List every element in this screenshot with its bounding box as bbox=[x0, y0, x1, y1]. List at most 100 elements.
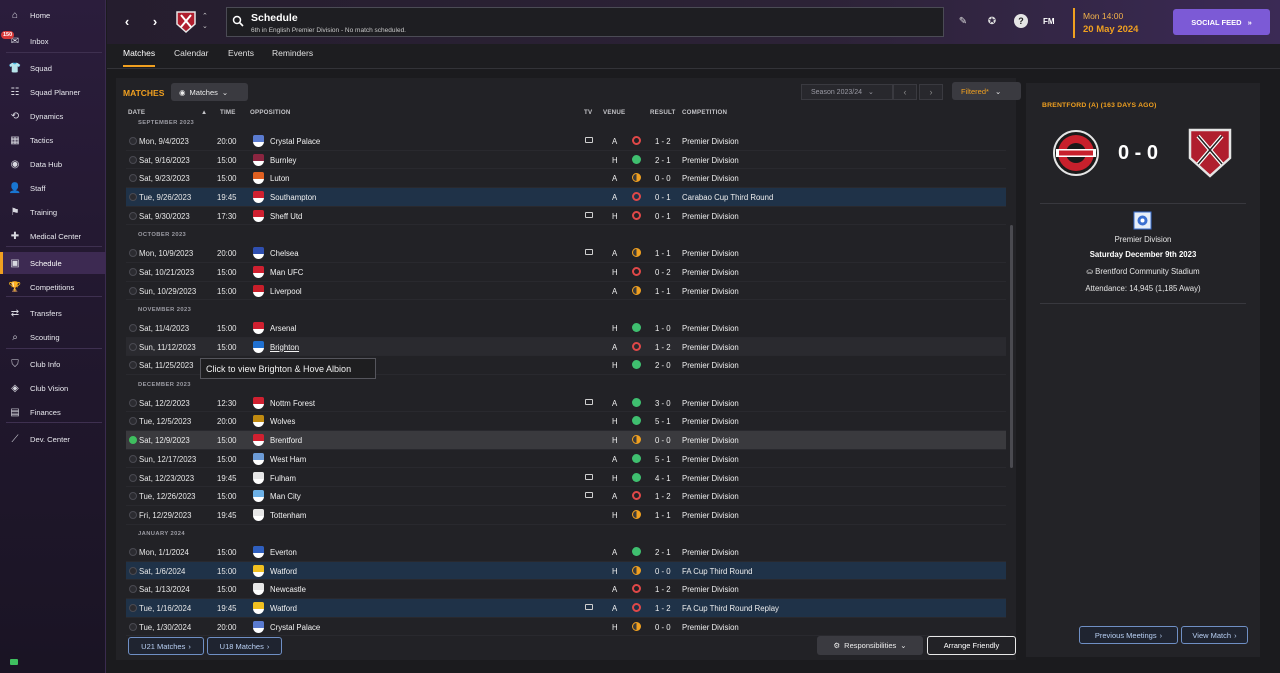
table-row[interactable]: Sat, 11/4/2023 15:00 Arsenal H 1 - 0 Premier … bbox=[126, 319, 1006, 338]
view-match-button[interactable]: View Match › bbox=[1181, 626, 1248, 644]
opposition-link[interactable]: Chelsea bbox=[270, 249, 299, 258]
tab-calendar[interactable]: Calendar bbox=[174, 48, 209, 65]
prev-season-button[interactable]: ‹ bbox=[893, 84, 917, 100]
u21-matches-button[interactable]: U21 Matches › bbox=[128, 637, 204, 655]
arrange-friendly-button[interactable]: Arrange Friendly bbox=[927, 636, 1016, 655]
opposition-link[interactable]: Burnley bbox=[270, 156, 296, 165]
opposition-link[interactable]: Nottm Forest bbox=[270, 399, 315, 408]
fm-logo[interactable]: FM bbox=[1043, 17, 1055, 26]
table-row[interactable]: Sat, 10/21/2023 15:00 Man UFC H 0 - 2 Premier… bbox=[126, 263, 1006, 282]
col-competition[interactable]: COMPETITION bbox=[682, 109, 727, 116]
table-row[interactable]: Fri, 12/29/2023 19:45 Tottenham H 1 - 1 Premi… bbox=[126, 506, 1006, 525]
col-time[interactable]: TIME bbox=[220, 109, 236, 116]
table-row[interactable]: Sat, 9/16/2023 15:00 Burnley H 2 - 1 Premier … bbox=[126, 151, 1006, 170]
chevron-down-icon[interactable]: ⌄ bbox=[202, 22, 208, 30]
sidebar-item-club-info[interactable]: ⛉ Club Info bbox=[0, 353, 106, 375]
table-row[interactable]: Tue, 9/26/2023 19:45 Southampton A 0 - 1 Cara… bbox=[126, 188, 1006, 207]
opposition-link[interactable]: Brentford bbox=[270, 436, 302, 445]
forward-button[interactable]: › bbox=[147, 12, 163, 30]
table-row[interactable]: Sat, 1/6/2024 15:00 Watford H 0 - 0 FA Cup Th… bbox=[126, 561, 1006, 581]
list-scrollbar[interactable] bbox=[1010, 225, 1013, 468]
club-crest-icon[interactable] bbox=[175, 10, 197, 34]
opposition-link[interactable]: Luton bbox=[270, 174, 290, 183]
club-crest-icon[interactable] bbox=[1186, 126, 1234, 180]
opposition-link[interactable]: Watford bbox=[270, 567, 297, 576]
sidebar-item-competitions[interactable]: 🏆 Competitions bbox=[0, 276, 106, 298]
previous-meetings-button[interactable]: Previous Meetings › bbox=[1079, 626, 1178, 644]
table-row[interactable]: Sat, 12/9/2023 15:00 Brentford H 0 - 0 Premie… bbox=[126, 431, 1006, 450]
opposition-link[interactable]: West Ham bbox=[270, 455, 306, 464]
responsibilities-button[interactable]: ⚙ Responsibilities ⌄ bbox=[817, 636, 923, 655]
view-select-button[interactable]: ◉ Matches ⌄ bbox=[171, 83, 248, 101]
sidebar-item-inbox[interactable]: ✉ Inbox bbox=[0, 30, 106, 52]
brentford-crest-icon[interactable] bbox=[1053, 126, 1099, 180]
opposition-link[interactable]: Brighton bbox=[270, 343, 299, 352]
sidebar-item-finances[interactable]: ▤ Finances bbox=[0, 401, 106, 423]
col-result[interactable]: RESULT bbox=[650, 109, 676, 116]
opposition-link[interactable]: Crystal Palace bbox=[270, 137, 320, 146]
table-row[interactable]: Sat, 9/23/2023 15:00 Luton A 0 - 0 Premier Di… bbox=[126, 169, 1006, 189]
next-season-button[interactable]: › bbox=[919, 84, 943, 100]
table-row[interactable]: Sat, 1/13/2024 15:00 Newcastle A 1 - 2 Premie… bbox=[126, 580, 1006, 600]
col-tv[interactable]: TV bbox=[584, 109, 592, 116]
table-row[interactable]: Tue, 12/5/2023 20:00 Wolves H 5 - 1 Premier D… bbox=[126, 412, 1006, 432]
table-row[interactable]: Mon, 9/4/2023 20:00 Crystal Palace A 1 - 2 Pr… bbox=[126, 132, 1006, 151]
table-row[interactable]: Tue, 12/26/2023 15:00 Man City A 1 - 2 Premie… bbox=[126, 487, 1006, 506]
col-opposition[interactable]: OPPOSITION bbox=[250, 109, 291, 116]
sidebar-item-medical-center[interactable]: ✚ Medical Center bbox=[0, 225, 106, 247]
opposition-link[interactable]: Sheff Utd bbox=[270, 212, 302, 221]
tab-events[interactable]: Events bbox=[228, 48, 254, 65]
table-row[interactable]: Mon, 1/1/2024 15:00 Everton A 2 - 1 Premier D… bbox=[126, 543, 1006, 562]
sidebar-item-dynamics[interactable]: ⟲ Dynamics bbox=[0, 105, 106, 127]
opposition-link[interactable]: Man City bbox=[270, 492, 301, 501]
sidebar-item-club-vision[interactable]: ◈ Club Vision bbox=[0, 377, 106, 399]
table-row[interactable]: Sat, 12/23/2023 19:45 Fulham H 4 - 1 Premier … bbox=[126, 469, 1006, 488]
sidebar-item-training[interactable]: ⚑ Training bbox=[0, 201, 106, 223]
table-row[interactable]: Sat, 9/30/2023 17:30 Sheff Utd H 0 - 1 Premie… bbox=[126, 207, 1006, 226]
table-row[interactable]: Sun, 12/17/2023 15:00 West Ham A 5 - 1 Premie… bbox=[126, 450, 1006, 469]
table-row[interactable]: Sun, 11/12/2023 15:00 Brighton A 1 - 2 Premie… bbox=[126, 337, 1006, 357]
opposition-tooltip: Click to view Brighton & Hove Albion bbox=[200, 358, 376, 379]
sidebar-item-data-hub[interactable]: ◉ Data Hub bbox=[0, 153, 106, 175]
table-row[interactable]: Sun, 10/29/2023 15:00 Liverpool A 1 - 1 Premi… bbox=[126, 282, 1006, 301]
u18-matches-button[interactable]: U18 Matches › bbox=[207, 637, 282, 655]
sidebar-item-squad[interactable]: 👕 Squad bbox=[0, 57, 106, 79]
back-button[interactable]: ‹ bbox=[119, 12, 135, 30]
opposition-link[interactable]: Man UFC bbox=[270, 268, 303, 277]
sidebar-item-squad-planner[interactable]: ☷ Squad Planner bbox=[0, 81, 106, 103]
opposition-link[interactable]: Crystal Palace bbox=[270, 623, 320, 632]
col-venue[interactable]: VENUE bbox=[603, 109, 625, 116]
opposition-link[interactable]: Wolves bbox=[270, 417, 295, 426]
chevron-up-icon[interactable]: ⌃ bbox=[202, 12, 208, 20]
season-select[interactable]: Season 2023/24 ⌄ bbox=[801, 84, 893, 100]
edit-icon[interactable]: ✎ bbox=[956, 14, 970, 28]
sidebar-item-schedule[interactable]: ▣ Schedule bbox=[0, 252, 106, 274]
date-block[interactable]: Mon 14:00 20 May 2024 bbox=[1073, 8, 1163, 38]
help-icon[interactable]: ? bbox=[1014, 14, 1028, 28]
table-row[interactable]: Mon, 10/9/2023 20:00 Chelsea A 1 - 1 Premier … bbox=[126, 244, 1006, 263]
opposition-link[interactable]: Southampton bbox=[270, 193, 316, 202]
filter-button[interactable]: Filtered* ⌄ bbox=[952, 82, 1021, 100]
search-box[interactable]: Schedule 6th in English Premier Division… bbox=[226, 7, 944, 37]
opposition-link[interactable]: Newcastle bbox=[270, 585, 306, 594]
opposition-link[interactable]: Watford bbox=[270, 604, 297, 613]
col-date[interactable]: DATE bbox=[128, 109, 145, 116]
sidebar-item-tactics[interactable]: ▦ Tactics bbox=[0, 129, 106, 151]
opposition-link[interactable]: Arsenal bbox=[270, 324, 296, 333]
tab-matches[interactable]: Matches bbox=[123, 48, 156, 67]
opposition-link[interactable]: Everton bbox=[270, 548, 297, 557]
game-status-icon[interactable]: ✪ bbox=[985, 14, 999, 28]
table-row[interactable]: Tue, 1/16/2024 19:45 Watford A 1 - 2 FA Cup T… bbox=[126, 599, 1006, 618]
sidebar-item-scouting[interactable]: ⌕ Scouting bbox=[0, 326, 106, 348]
opposition-link[interactable]: Fulham bbox=[270, 474, 296, 483]
sidebar-item-staff[interactable]: 👤 Staff bbox=[0, 177, 106, 199]
sidebar-item-transfers[interactable]: ⇄ Transfers bbox=[0, 302, 106, 324]
sidebar-item-dev-center[interactable]: ⟋ Dev. Center bbox=[0, 428, 106, 450]
table-row[interactable]: Tue, 1/30/2024 20:00 Crystal Palace H 0 - 0 P… bbox=[126, 618, 1006, 637]
opposition-link[interactable]: Liverpool bbox=[270, 287, 302, 296]
opposition-link[interactable]: Tottenham bbox=[270, 511, 306, 520]
tab-reminders[interactable]: Reminders bbox=[272, 48, 313, 65]
sidebar-item-home[interactable]: ⌂ Home bbox=[0, 4, 106, 26]
table-row[interactable]: Sat, 12/2/2023 12:30 Nottm Forest A 3 - 0 Pre… bbox=[126, 394, 1006, 413]
social-feed-button[interactable]: SOCIAL FEED » bbox=[1173, 9, 1270, 35]
